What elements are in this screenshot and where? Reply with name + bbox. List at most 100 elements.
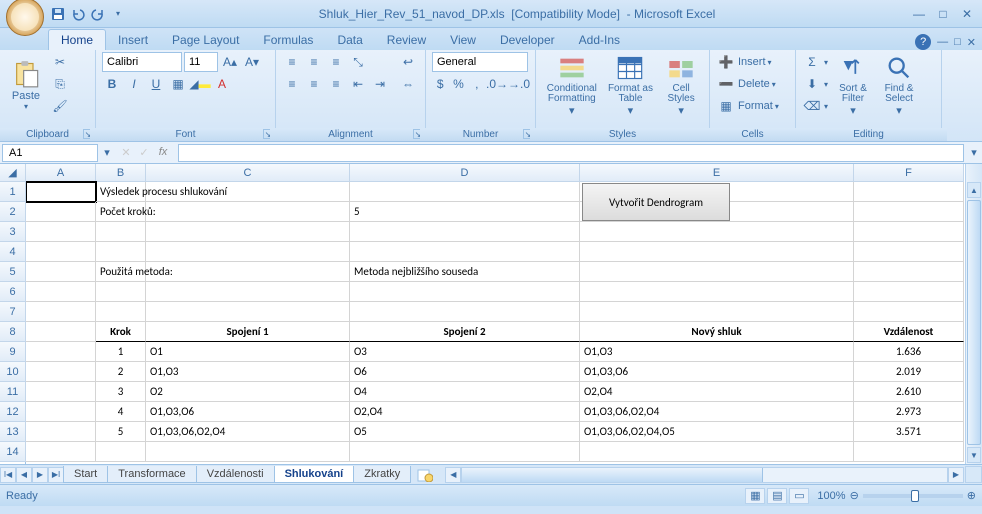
cell-E6[interactable] [580,282,854,302]
italic-button[interactable]: I [124,74,144,94]
font-name-combo[interactable]: Calibri [102,52,182,72]
tab-first-icon[interactable]: I◀ [0,467,16,483]
cell-E9[interactable]: O1,O3 [580,342,854,362]
cell-A6[interactable] [26,282,96,302]
align-middle-icon[interactable]: ≡ [304,52,324,72]
tab-page-layout[interactable]: Page Layout [160,30,251,50]
zoom-in-button[interactable]: ⊕ [967,489,976,502]
cell-B1[interactable]: Výsledek procesu shlukování [96,182,146,202]
cell-D14[interactable] [350,442,580,462]
cell-C2[interactable] [146,202,350,222]
cell-C6[interactable] [146,282,350,302]
cell-F6[interactable] [854,282,964,302]
cell-styles-button[interactable]: Cell Styles▾ [659,52,703,118]
cell-B5[interactable]: Použitá metoda: [96,262,146,282]
cell-C9[interactable]: O1 [146,342,350,362]
page-layout-view-icon[interactable]: ▤ [767,488,787,504]
cell-B3[interactable] [96,222,146,242]
help-icon[interactable]: ? [915,34,931,50]
zoom-level[interactable]: 100% [817,490,845,502]
row-header-8[interactable]: 8 [0,322,26,342]
cell-A2[interactable] [26,202,96,222]
cell-B6[interactable] [96,282,146,302]
cell-C12[interactable]: O1,O3,O6 [146,402,350,422]
cell-B2[interactable]: Počet kroků: [96,202,146,222]
row-header-9[interactable]: 9 [0,342,26,362]
copy-icon[interactable]: ⎘ [50,74,70,94]
clear-icon[interactable]: ⌫ [802,96,822,116]
minimize-ribbon-icon[interactable]: — [937,36,948,48]
border-button[interactable]: ▦ [168,74,188,94]
cell-A9[interactable] [26,342,96,362]
cell-A10[interactable] [26,362,96,382]
increase-decimal-icon[interactable]: .0→ [487,74,507,94]
cell-A1[interactable] [26,182,96,202]
cell-F10[interactable]: 2.019 [854,362,964,382]
cell-A13[interactable] [26,422,96,442]
grid[interactable]: ABCDEF Výsledek procesu shlukováníPočet … [26,164,965,464]
cell-D7[interactable] [350,302,580,322]
row-header-12[interactable]: 12 [0,402,26,422]
cell-E4[interactable] [580,242,854,262]
hscroll-thumb[interactable] [462,468,763,482]
grow-font-icon[interactable]: A▴ [220,52,240,72]
bold-button[interactable]: B [102,74,122,94]
tab-next-icon[interactable]: ▶ [32,467,48,483]
number-format-combo[interactable]: General [432,52,528,72]
scroll-down-arrow[interactable]: ▼ [967,447,981,463]
align-top-icon[interactable]: ≡ [282,52,302,72]
cell-F14[interactable] [854,442,964,462]
delete-cells-icon[interactable]: ➖ [716,74,736,94]
formula-bar[interactable] [178,144,964,162]
cell-A12[interactable] [26,402,96,422]
cell-B13[interactable]: 5 [96,422,146,442]
cell-C11[interactable]: O2 [146,382,350,402]
cell-F2[interactable] [854,202,964,222]
cell-B8[interactable]: Krok [96,322,146,342]
formula-bar-expand[interactable]: ▾ [966,146,982,159]
tab-last-icon[interactable]: ▶I [48,467,64,483]
zoom-slider[interactable] [863,494,963,498]
page-break-view-icon[interactable]: ▭ [789,488,809,504]
wrap-text-button[interactable]: ↩ [394,52,422,72]
insert-cells-icon[interactable]: ➕ [716,52,736,72]
cell-D12[interactable]: O2,O4 [350,402,580,422]
align-right-icon[interactable]: ≡ [326,74,346,94]
cell-E3[interactable] [580,222,854,242]
cell-F11[interactable]: 2.610 [854,382,964,402]
scroll-left-arrow[interactable]: ◀ [445,467,461,483]
shrink-font-icon[interactable]: A▾ [242,52,262,72]
cell-A7[interactable] [26,302,96,322]
col-header-A[interactable]: A [26,164,96,182]
col-header-F[interactable]: F [854,164,964,182]
new-sheet-icon[interactable] [415,467,435,483]
font-size-combo[interactable]: 11 [184,52,218,72]
row-header-14[interactable]: 14 [0,442,26,462]
cell-C4[interactable] [146,242,350,262]
tab-view[interactable]: View [438,30,488,50]
underline-button[interactable]: U [146,74,166,94]
cell-C1[interactable] [146,182,350,202]
doc-restore-icon[interactable]: □ [954,36,961,48]
decrease-indent-icon[interactable]: ⇤ [348,74,368,94]
conditional-formatting-button[interactable]: Conditional Formatting▾ [542,52,602,118]
fx-icon[interactable]: fx [154,146,172,159]
fill-color-button[interactable]: ◢▬ [190,74,210,94]
tab-add-ins[interactable]: Add-Ins [567,30,632,50]
cell-C8[interactable]: Spojení 1 [146,322,350,342]
office-button[interactable] [6,0,44,36]
row-header-1[interactable]: 1 [0,182,26,202]
cell-F5[interactable] [854,262,964,282]
cell-E5[interactable] [580,262,854,282]
col-header-D[interactable]: D [350,164,580,182]
row-header-13[interactable]: 13 [0,422,26,442]
cell-A11[interactable] [26,382,96,402]
row-header-5[interactable]: 5 [0,262,26,282]
autosum-icon[interactable]: Σ [802,52,822,72]
col-header-B[interactable]: B [96,164,146,182]
cell-E10[interactable]: O1,O3,O6 [580,362,854,382]
tab-prev-icon[interactable]: ◀ [16,467,32,483]
cell-B10[interactable]: 2 [96,362,146,382]
doc-close-icon[interactable]: ✕ [967,36,976,49]
cell-E14[interactable] [580,442,854,462]
